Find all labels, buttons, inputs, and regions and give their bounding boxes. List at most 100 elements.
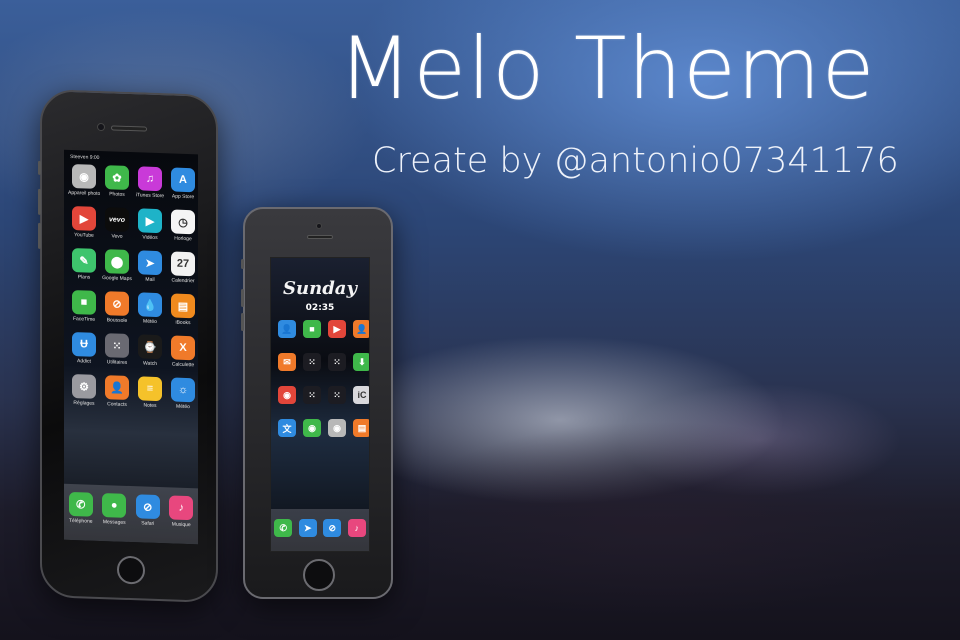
safari-icon[interactable]: ⊘ — [135, 494, 160, 520]
app-calendar-icon[interactable]: 27 Calendrier — [171, 251, 195, 284]
app-safari-icon[interactable]: ⊘ Safari — [135, 494, 160, 527]
app-contacts-icon[interactable]: 👤 Contacts — [105, 375, 129, 408]
app-facetime-icon[interactable]: ■ — [303, 320, 321, 338]
phone-icon[interactable]: ✆ — [274, 519, 293, 537]
app-notes-icon[interactable]: ≡ Notes — [138, 376, 162, 409]
app-send-icon[interactable]: ➤ Mail — [138, 250, 162, 283]
drop-icon[interactable]: 💧 — [138, 292, 162, 318]
addict-icon[interactable]: Ʉ — [72, 332, 96, 357]
calendar-icon[interactable]: 27 — [171, 251, 195, 277]
weather-icon[interactable]: ☼ — [171, 377, 195, 403]
app-calculator-icon[interactable]: X Calculette — [171, 335, 195, 368]
play-icon[interactable]: ▶ — [72, 206, 96, 231]
app-folder-icon[interactable]: ⁙ — [303, 386, 321, 404]
phone-icon[interactable]: ✆ — [68, 491, 93, 517]
airpods-icon[interactable]: ♪ — [169, 495, 194, 521]
app-pin-icon[interactable]: ⬤ Google Maps — [102, 249, 132, 282]
app-book-icon[interactable]: ▤ iBooks — [171, 293, 195, 326]
telegram-icon[interactable]: ➤ — [298, 519, 317, 537]
clock-icon[interactable]: ◷ — [171, 209, 195, 235]
compass-icon[interactable]: ⊘ — [105, 291, 129, 316]
app-phone-icon[interactable]: ✆ — [274, 519, 293, 537]
app-telegram-icon[interactable]: ➤ — [298, 519, 317, 537]
app-messages-icon[interactable]: ● Messages — [102, 493, 127, 526]
translate-icon[interactable]: 文 — [278, 419, 296, 437]
app-music-icon[interactable]: ♫ iTunes Store — [136, 166, 164, 199]
app-map-icon[interactable]: ✎ Plans — [72, 248, 96, 281]
app-ic-icon[interactable]: iC — [353, 386, 369, 404]
contacts-icon[interactable]: 👤 — [353, 320, 369, 338]
app-download-icon[interactable]: ⬇ — [353, 353, 369, 371]
spotify-icon[interactable]: ◉ — [303, 419, 321, 437]
folder-icon[interactable]: ⁙ — [303, 386, 321, 404]
books-icon[interactable]: ▤ — [353, 419, 369, 437]
book-icon[interactable]: ▤ — [171, 293, 195, 319]
music-icon[interactable]: ♫ — [138, 166, 162, 192]
appstore-icon[interactable]: A — [171, 167, 195, 193]
send-icon[interactable]: ➤ — [138, 250, 162, 276]
app-folder-icon[interactable]: ⁙ Utilitaires — [105, 333, 129, 366]
dock: ✆ ➤ ⊘ ♪ — [271, 509, 369, 551]
safari-icon[interactable]: ⊘ — [323, 519, 342, 537]
facetime-icon[interactable]: ■ — [303, 320, 321, 338]
app-contacts-icon[interactable]: 👤 — [353, 320, 369, 338]
app-airpods-icon[interactable]: ♪ — [347, 519, 366, 537]
photo-icon[interactable]: ✉ — [278, 353, 296, 371]
app-translate-icon[interactable]: 文 — [278, 419, 296, 437]
folder-icon[interactable]: ⁙ — [328, 386, 346, 404]
app-gear-icon[interactable]: ⚙ Réglages — [72, 374, 96, 407]
app-airpods-icon[interactable]: ♪ Musique — [169, 495, 194, 528]
app-reddit-icon[interactable]: ◉ — [278, 386, 296, 404]
volume-down-button — [38, 222, 41, 249]
watch-icon[interactable]: ⌚ — [138, 334, 162, 360]
app-photo-icon[interactable]: ✉ — [278, 353, 296, 371]
app-folder-icon[interactable]: ⁙ — [328, 353, 346, 371]
app-folder-icon[interactable]: ⁙ — [303, 353, 321, 371]
app-compass-icon[interactable]: ⊘ Boussole — [105, 291, 129, 324]
folder-icon[interactable]: ⁙ — [105, 333, 129, 358]
contact-icon[interactable]: 👤 — [278, 320, 296, 338]
flower-icon[interactable]: ✿ — [105, 165, 129, 190]
folder-icon[interactable]: ⁙ — [303, 353, 321, 371]
home-button[interactable] — [117, 555, 145, 585]
reddit-icon[interactable]: ◉ — [278, 386, 296, 404]
notes-icon[interactable]: ≡ — [138, 376, 162, 402]
messages-icon[interactable]: ● — [102, 493, 127, 518]
pin-icon[interactable]: ⬤ — [105, 249, 129, 274]
airpods-icon[interactable]: ♪ — [347, 519, 366, 537]
app-addict-icon[interactable]: Ʉ Addict — [72, 332, 96, 365]
home-button[interactable] — [303, 559, 335, 591]
folder-icon[interactable]: ⁙ — [328, 353, 346, 371]
app-camera-icon[interactable]: ◉ — [328, 419, 346, 437]
download-icon[interactable]: ⬇ — [353, 353, 369, 371]
app-weather-icon[interactable]: ☼ Météo — [171, 377, 195, 410]
app-phone-icon[interactable]: ✆ Téléphone — [68, 491, 93, 525]
app-contact-icon[interactable]: 👤 — [278, 320, 296, 338]
app-video-icon[interactable]: ▶ — [328, 320, 346, 338]
app-watch-icon[interactable]: ⌚ Watch — [138, 334, 162, 367]
facetime-icon[interactable]: ■ — [72, 290, 96, 315]
camera-icon[interactable]: ◉ — [72, 164, 96, 189]
app-play-icon[interactable]: ▶ YouTube — [72, 206, 96, 239]
app-camera-icon[interactable]: ◉ Appareil photo — [68, 164, 100, 197]
vevo-icon[interactable]: vevo — [105, 207, 129, 232]
app-drop-icon[interactable]: 💧 Météo — [138, 292, 162, 325]
camera-icon[interactable]: ◉ — [328, 419, 346, 437]
app-books-icon[interactable]: ▤ — [353, 419, 369, 437]
app-spotify-icon[interactable]: ◉ — [303, 419, 321, 437]
app-folder-icon[interactable]: ⁙ — [328, 386, 346, 404]
video-icon[interactable]: ▶ — [328, 320, 346, 338]
video-icon[interactable]: ▶ — [138, 208, 162, 234]
app-clock-icon[interactable]: ◷ Horloge — [171, 209, 195, 242]
app-video-icon[interactable]: ▶ Vidéos — [138, 208, 162, 241]
app-vevo-icon[interactable]: vevo Vevo — [105, 207, 129, 240]
app-appstore-icon[interactable]: A App Store — [171, 167, 195, 200]
app-flower-icon[interactable]: ✿ Photos — [105, 165, 129, 198]
ic-icon[interactable]: iC — [353, 386, 369, 404]
app-safari-icon[interactable]: ⊘ — [323, 519, 342, 537]
gear-icon[interactable]: ⚙ — [72, 374, 96, 399]
map-icon[interactable]: ✎ — [72, 248, 96, 273]
contacts-icon[interactable]: 👤 — [105, 375, 129, 400]
calculator-icon[interactable]: X — [171, 335, 195, 361]
app-facetime-icon[interactable]: ■ FaceTime — [72, 290, 96, 323]
